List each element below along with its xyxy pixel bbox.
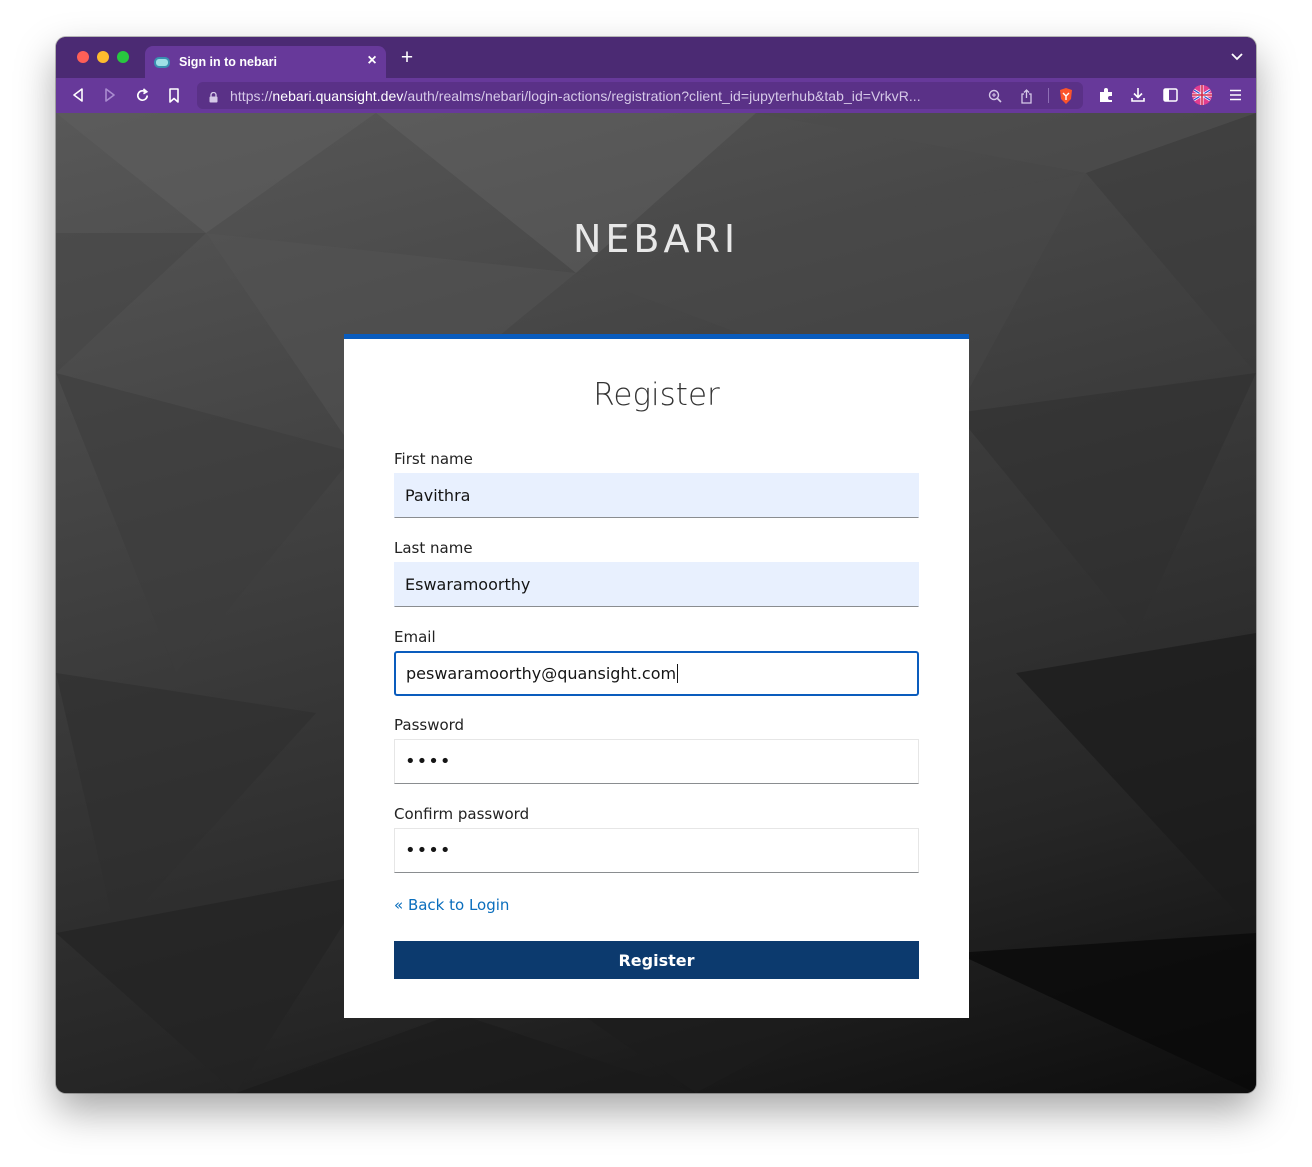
sidebar-icon [1162, 88, 1178, 102]
tab-list-chevron-icon[interactable] [1230, 50, 1244, 64]
confirm-password-input[interactable]: •••• [394, 828, 919, 873]
downloads-button[interactable] [1129, 86, 1147, 104]
tab-strip: Sign in to nebari × + [56, 37, 1256, 78]
tab-title: Sign in to nebari [179, 55, 277, 69]
email-label: Email [394, 628, 436, 646]
brave-shields-icon[interactable] [1057, 87, 1075, 105]
register-card: Register First name Pavithra Last name E… [344, 334, 969, 1018]
address-bar[interactable]: https://nebari.quansight.dev/auth/realms… [197, 82, 1083, 109]
reload-button[interactable] [133, 86, 151, 104]
url-path: /auth/realms/nebari/login-actions/regist… [403, 88, 921, 104]
puzzle-icon [1100, 88, 1112, 102]
close-tab-icon[interactable]: × [364, 53, 380, 69]
page-content: NEBARI Register First name Pavithra Last… [56, 113, 1256, 1093]
zoom-icon[interactable] [986, 87, 1004, 105]
first-name-value: Pavithra [405, 486, 471, 505]
browser-tab[interactable]: Sign in to nebari × [145, 46, 386, 78]
forward-button[interactable] [101, 86, 119, 104]
browser-toolbar: https://nebari.quansight.dev/auth/realms… [56, 78, 1256, 113]
profile-avatar[interactable] [1191, 84, 1213, 106]
zoom-window-button[interactable] [117, 51, 129, 63]
browser-window: Sign in to nebari × + https://nebari.qua… [56, 37, 1256, 1093]
bookmark-icon [169, 87, 179, 103]
password-label: Password [394, 716, 465, 734]
back-to-login-link[interactable]: « Back to Login [394, 896, 509, 914]
email-value: peswaramoorthy@quansight.com [406, 664, 677, 683]
url-host: nebari.quansight.dev [272, 88, 404, 104]
first-name-label: First name [394, 450, 473, 468]
extensions-button[interactable] [1097, 86, 1115, 104]
close-window-button[interactable] [77, 51, 89, 63]
sidebar-button[interactable] [1161, 86, 1179, 104]
url-text: https://nebari.quansight.dev/auth/realms… [230, 88, 921, 104]
text-caret [677, 664, 679, 683]
form-title: Register [593, 377, 720, 413]
back-button[interactable] [69, 86, 87, 104]
reload-icon [136, 87, 148, 101]
menu-button[interactable] [1226, 86, 1244, 104]
register-button[interactable]: Register [394, 941, 919, 979]
hamburger-icon [1229, 89, 1241, 101]
new-tab-button[interactable]: + [397, 47, 417, 68]
address-bar-divider [1048, 88, 1049, 103]
last-name-label: Last name [394, 539, 473, 557]
profile-flag-icon [1192, 85, 1212, 105]
url-scheme: https:// [230, 88, 273, 104]
last-name-input[interactable]: Eswaramoorthy [394, 562, 919, 607]
email-input[interactable]: peswaramoorthy@quansight.com [394, 651, 919, 696]
download-icon [1131, 88, 1145, 102]
lock-icon [209, 90, 218, 108]
minimize-window-button[interactable] [97, 51, 109, 63]
forward-arrow-icon [105, 88, 115, 102]
last-name-value: Eswaramoorthy [405, 575, 531, 594]
password-value: •••• [405, 751, 452, 772]
confirm-password-value: •••• [405, 840, 452, 861]
back-arrow-icon [73, 88, 83, 102]
password-input[interactable]: •••• [394, 739, 919, 784]
first-name-input[interactable]: Pavithra [394, 473, 919, 518]
brand-logo-text: NEBARI [572, 217, 740, 261]
bookmark-button[interactable] [165, 86, 183, 104]
share-icon[interactable] [1017, 87, 1035, 105]
nebari-favicon-icon [154, 56, 170, 68]
confirm-password-label: Confirm password [394, 805, 530, 823]
